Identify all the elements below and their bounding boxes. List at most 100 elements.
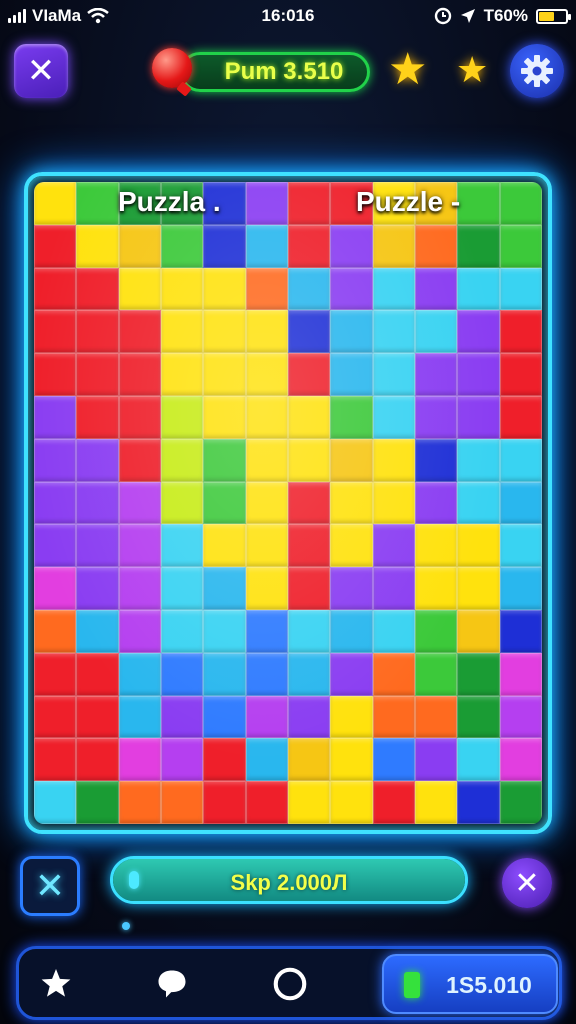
puzzle-piece[interactable] xyxy=(330,267,373,311)
puzzle-piece[interactable] xyxy=(499,481,542,525)
puzzle-piece[interactable] xyxy=(245,224,288,268)
puzzle-piece[interactable] xyxy=(76,781,119,824)
puzzle-piece[interactable] xyxy=(499,567,542,610)
puzzle-piece[interactable] xyxy=(499,524,542,568)
puzzle-piece[interactable] xyxy=(76,395,119,439)
puzzle-piece[interactable] xyxy=(203,438,246,482)
puzzle-piece[interactable] xyxy=(245,781,288,824)
puzzle-piece[interactable] xyxy=(118,567,161,610)
puzzle-piece[interactable] xyxy=(203,310,246,354)
puzzle-piece[interactable] xyxy=(457,524,500,568)
puzzle-piece[interactable] xyxy=(160,609,204,653)
puzzle-piece[interactable] xyxy=(457,738,500,782)
puzzle-piece[interactable] xyxy=(414,481,458,525)
puzzle-piece[interactable] xyxy=(118,438,161,482)
puzzle-piece[interactable] xyxy=(499,267,542,311)
puzzle-piece[interactable] xyxy=(76,224,119,268)
puzzle-piece[interactable] xyxy=(203,481,246,525)
puzzle-piece[interactable] xyxy=(287,395,331,439)
puzzle-piece[interactable] xyxy=(330,609,373,653)
puzzle-piece[interactable] xyxy=(414,781,458,824)
puzzle-piece[interactable] xyxy=(372,267,415,311)
puzzle-piece[interactable] xyxy=(118,224,161,268)
puzzle-piece[interactable] xyxy=(118,695,161,739)
puzzle-piece[interactable] xyxy=(245,524,288,568)
puzzle-piece[interactable] xyxy=(287,609,331,653)
puzzle-piece[interactable] xyxy=(160,567,204,610)
puzzle-piece[interactable] xyxy=(414,524,458,568)
nav-chat[interactable] xyxy=(152,964,192,1004)
puzzle-piece[interactable] xyxy=(34,738,77,782)
puzzle-piece[interactable] xyxy=(330,224,373,268)
puzzle-piece[interactable] xyxy=(34,781,77,824)
puzzle-piece[interactable] xyxy=(499,353,542,396)
puzzle-piece[interactable] xyxy=(118,524,161,568)
puzzle-piece[interactable] xyxy=(118,652,161,696)
puzzle-piece[interactable] xyxy=(245,182,288,225)
puzzle-piece[interactable] xyxy=(330,738,373,782)
dismiss-button[interactable]: ✕ xyxy=(502,858,552,908)
puzzle-piece[interactable] xyxy=(287,695,331,739)
puzzle-piece[interactable] xyxy=(118,781,161,824)
puzzle-piece[interactable] xyxy=(287,481,331,525)
puzzle-piece[interactable] xyxy=(245,395,288,439)
puzzle-piece[interactable] xyxy=(372,395,415,439)
puzzle-piece[interactable] xyxy=(76,438,119,482)
puzzle-piece[interactable] xyxy=(34,609,77,653)
puzzle-piece[interactable] xyxy=(372,353,415,396)
puzzle-piece[interactable] xyxy=(287,438,331,482)
puzzle-piece[interactable] xyxy=(457,310,500,354)
puzzle-piece[interactable] xyxy=(414,310,458,354)
skip-progress-bar[interactable]: Skp 2.000Л xyxy=(110,856,468,904)
puzzle-piece[interactable] xyxy=(118,738,161,782)
puzzle-piece[interactable] xyxy=(76,481,119,525)
nav-home[interactable] xyxy=(270,964,310,1004)
puzzle-piece[interactable] xyxy=(34,652,77,696)
coins-button[interactable]: 1S5.010 xyxy=(382,954,558,1014)
puzzle-piece[interactable] xyxy=(34,182,77,225)
puzzle-piece[interactable] xyxy=(160,224,204,268)
puzzle-piece[interactable] xyxy=(34,695,77,739)
puzzle-piece[interactable] xyxy=(372,310,415,354)
puzzle-piece[interactable] xyxy=(414,224,458,268)
puzzle-piece[interactable] xyxy=(160,524,204,568)
puzzle-piece[interactable] xyxy=(457,567,500,610)
puzzle-piece[interactable] xyxy=(330,310,373,354)
puzzle-piece[interactable] xyxy=(372,224,415,268)
puzzle-piece[interactable] xyxy=(499,438,542,482)
puzzle-piece[interactable] xyxy=(76,182,119,225)
puzzle-piece[interactable] xyxy=(160,481,204,525)
puzzle-piece[interactable] xyxy=(287,267,331,311)
puzzle-piece[interactable] xyxy=(372,609,415,653)
puzzle-piece[interactable] xyxy=(160,695,204,739)
puzzle-piece[interactable] xyxy=(245,310,288,354)
puzzle-piece[interactable] xyxy=(499,310,542,354)
puzzle-piece[interactable] xyxy=(457,695,500,739)
puzzle-piece[interactable] xyxy=(76,267,119,311)
puzzle-piece[interactable] xyxy=(160,353,204,396)
puzzle-piece[interactable] xyxy=(34,310,77,354)
puzzle-piece[interactable] xyxy=(414,567,458,610)
puzzle-piece[interactable] xyxy=(160,395,204,439)
puzzle-piece[interactable] xyxy=(287,353,331,396)
puzzle-piece[interactable] xyxy=(118,310,161,354)
puzzle-piece[interactable] xyxy=(34,353,77,396)
settings-button[interactable] xyxy=(510,44,564,98)
puzzle-piece[interactable] xyxy=(457,182,500,225)
puzzle-piece[interactable] xyxy=(118,481,161,525)
puzzle-piece[interactable] xyxy=(457,438,500,482)
puzzle-piece[interactable] xyxy=(457,224,500,268)
puzzle-piece[interactable] xyxy=(203,609,246,653)
puzzle-piece[interactable] xyxy=(499,738,542,782)
puzzle-piece[interactable] xyxy=(414,695,458,739)
puzzle-piece[interactable] xyxy=(457,267,500,311)
nav-favorites[interactable] xyxy=(36,964,76,1004)
puzzle-piece[interactable] xyxy=(414,738,458,782)
puzzle-piece[interactable] xyxy=(76,609,119,653)
puzzle-piece[interactable] xyxy=(34,567,77,610)
puzzle-piece[interactable] xyxy=(499,182,542,225)
puzzle-piece[interactable] xyxy=(414,438,458,482)
puzzle-piece[interactable] xyxy=(76,310,119,354)
puzzle-piece[interactable] xyxy=(76,652,119,696)
puzzle-piece[interactable] xyxy=(330,438,373,482)
